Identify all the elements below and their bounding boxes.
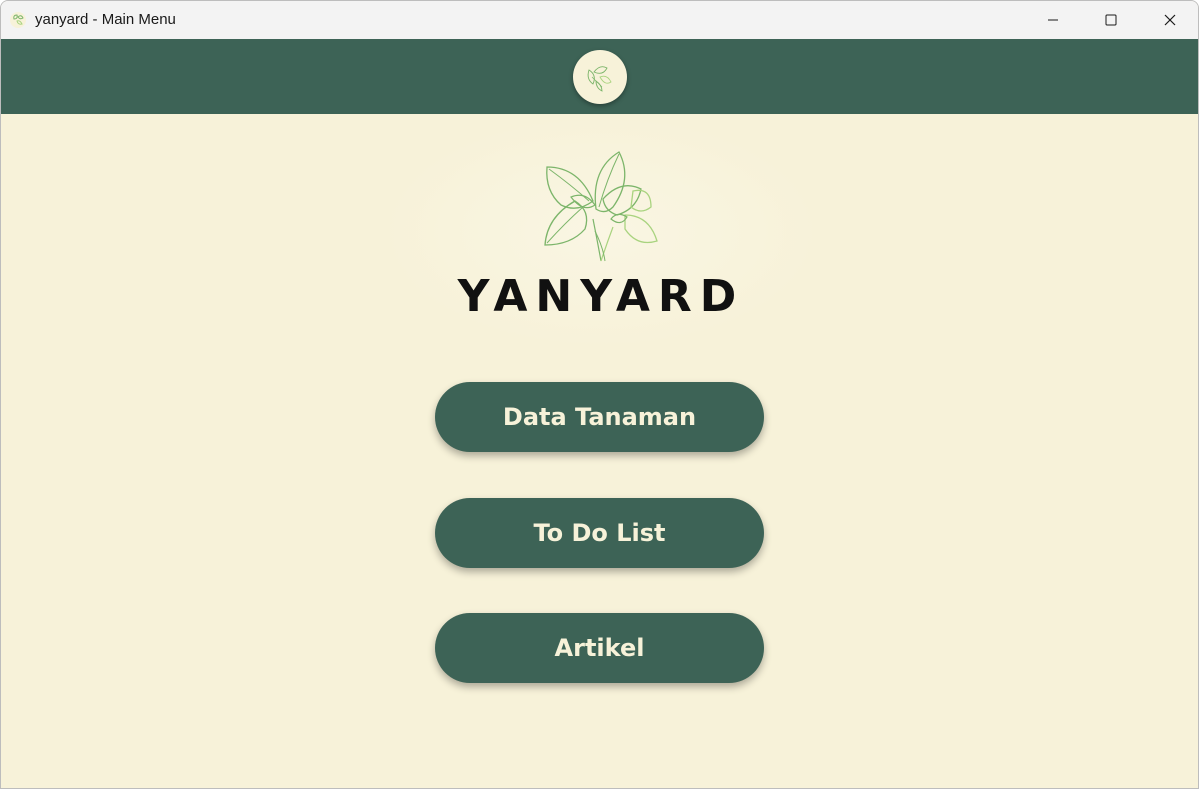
app-window: yanyard - Main Menu YANYARD Data Tanaman… <box>0 0 1199 789</box>
minimize-button[interactable] <box>1024 1 1082 39</box>
maximize-button[interactable] <box>1082 1 1140 39</box>
to-do-list-button[interactable]: To Do List <box>435 498 764 568</box>
data-tanaman-button[interactable]: Data Tanaman <box>435 382 764 452</box>
brand-name: YANYARD <box>457 271 745 322</box>
plant-leaves-icon <box>544 151 658 262</box>
app-header <box>1 39 1198 114</box>
app-icon <box>9 11 27 29</box>
close-icon <box>1164 14 1176 26</box>
plant-leaves-icon <box>587 66 612 92</box>
header-logo[interactable] <box>573 50 627 104</box>
main-content: YANYARD Data Tanaman To Do List Artikel <box>1 114 1198 788</box>
window-title: yanyard - Main Menu <box>35 11 176 28</box>
title-bar[interactable]: yanyard - Main Menu <box>1 1 1198 39</box>
close-button[interactable] <box>1141 1 1198 39</box>
artikel-button[interactable]: Artikel <box>435 613 764 683</box>
minimize-icon <box>1048 19 1058 21</box>
maximize-icon <box>1105 14 1117 26</box>
